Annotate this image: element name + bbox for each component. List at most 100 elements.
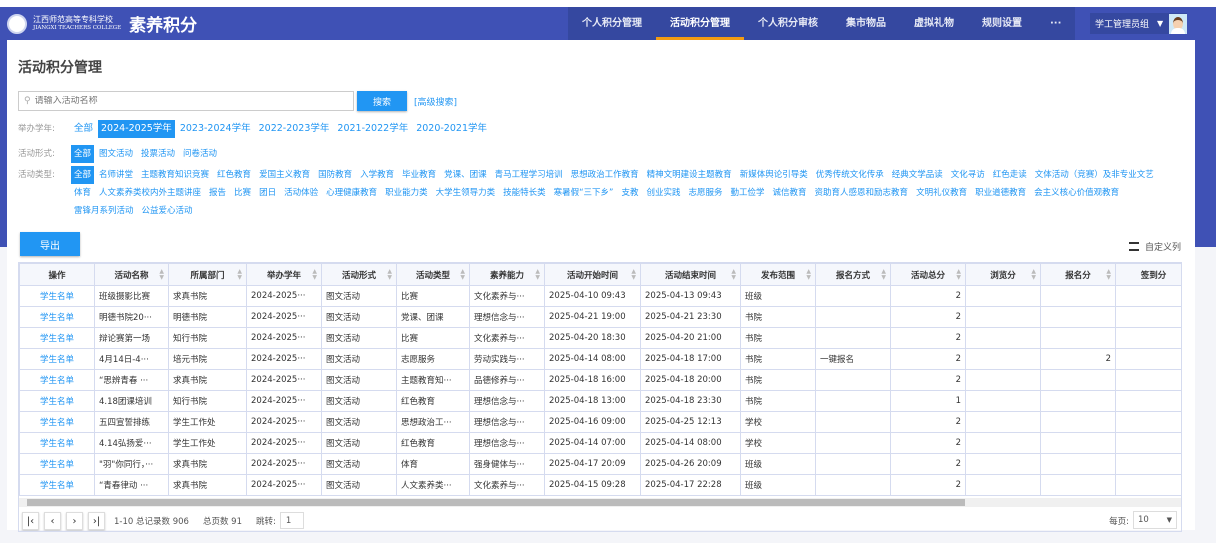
nav-item[interactable]: ···: [1036, 7, 1075, 40]
column-header[interactable]: 举办学年 ▲ ▼: [246, 263, 322, 286]
filter-option[interactable]: 文体活动（竞赛）及非专业文艺: [1032, 166, 1157, 184]
search-box[interactable]: ⚲: [18, 91, 354, 111]
filter-option[interactable]: 团日: [256, 184, 279, 202]
horizontal-scrollbar[interactable]: [19, 498, 1181, 507]
filter-option[interactable]: 勤工俭学: [728, 184, 768, 202]
filter-option[interactable]: 公益爱心活动: [139, 202, 196, 220]
next-page-button[interactable]: ›: [66, 511, 83, 530]
custom-columns-button[interactable]: 自定义列: [1129, 240, 1181, 253]
filter-option[interactable]: 雷锋月系列活动: [71, 202, 137, 220]
filter-option[interactable]: 职业能力类: [382, 184, 431, 202]
column-header[interactable]: 活动结束时间 ▲ ▼: [640, 263, 741, 286]
filter-option[interactable]: 思想政治工作教育: [568, 166, 642, 184]
filter-option[interactable]: 2023-2024学年: [177, 120, 254, 138]
filter-option[interactable]: 2022-2023学年: [256, 120, 333, 138]
filter-option[interactable]: 文明礼仪教育: [913, 184, 970, 202]
filter-option[interactable]: 职业道德教育: [972, 184, 1029, 202]
filter-option[interactable]: 2020-2021学年: [413, 120, 490, 138]
filter-option[interactable]: 青马工程学习培训: [492, 166, 566, 184]
column-header[interactable]: 报名分 ▲ ▼: [1040, 263, 1116, 286]
sort-icon[interactable]: ▲ ▼: [956, 269, 961, 281]
advanced-search-link[interactable]: [高级搜索]: [414, 95, 457, 108]
filter-option[interactable]: 支教: [618, 184, 641, 202]
sort-icon[interactable]: ▲ ▼: [806, 269, 811, 281]
filter-option[interactable]: 会主义核心价值观教育: [1031, 184, 1122, 202]
filter-option[interactable]: 名师讲堂: [96, 166, 136, 184]
filter-option[interactable]: 活动体验: [281, 184, 321, 202]
scrollbar-thumb[interactable]: [27, 499, 965, 506]
filter-option[interactable]: 问卷活动: [180, 145, 220, 163]
sort-icon[interactable]: ▲ ▼: [1031, 269, 1036, 281]
sort-icon[interactable]: ▲ ▼: [881, 269, 886, 281]
filter-option[interactable]: 全部: [71, 166, 95, 184]
filter-option[interactable]: 心理健康教育: [323, 184, 380, 202]
filter-option[interactable]: 体育: [71, 184, 94, 202]
column-header[interactable]: 签到分▲▼: [1115, 263, 1181, 286]
filter-option[interactable]: 2024-2025学年: [98, 120, 175, 138]
nav-item[interactable]: 个人积分审核: [744, 7, 832, 40]
filter-option[interactable]: 图文活动: [96, 145, 136, 163]
filter-option[interactable]: 优秀传统文化传承: [813, 166, 887, 184]
student-list-link[interactable]: 学生名单: [19, 327, 95, 349]
student-list-link[interactable]: 学生名单: [19, 348, 95, 370]
sort-icon[interactable]: ▲ ▼: [631, 269, 636, 281]
column-header[interactable]: 活动总分 ▲ ▼: [890, 263, 966, 286]
last-page-button[interactable]: ›|: [88, 511, 105, 530]
filter-option[interactable]: 党课、团课: [441, 166, 490, 184]
filter-option[interactable]: 红色教育: [214, 166, 254, 184]
filter-option[interactable]: 资助育人感恩和励志教育: [812, 184, 912, 202]
nav-item[interactable]: 活动积分管理: [656, 7, 744, 40]
filter-option[interactable]: 全部: [71, 120, 96, 138]
filter-option[interactable]: 志愿服务: [686, 184, 726, 202]
filter-option[interactable]: 投票活动: [138, 145, 178, 163]
column-header[interactable]: 发布范围 ▲ ▼: [740, 263, 816, 286]
sort-icon[interactable]: ▲ ▼: [237, 269, 242, 281]
filter-option[interactable]: 经典文学品读: [889, 166, 946, 184]
column-header[interactable]: 报名方式 ▲ ▼: [815, 263, 891, 286]
student-list-link[interactable]: 学生名单: [19, 369, 95, 391]
filter-option[interactable]: 国防教育: [315, 166, 355, 184]
filter-option[interactable]: 大学生领导力类: [433, 184, 499, 202]
filter-option[interactable]: 文化寻访: [948, 166, 988, 184]
filter-option[interactable]: 精神文明建设主题教育: [644, 166, 735, 184]
column-header[interactable]: 所属部门 ▲ ▼: [168, 263, 247, 286]
nav-item[interactable]: 规则设置: [968, 7, 1036, 40]
sort-icon[interactable]: ▲ ▼: [731, 269, 736, 281]
student-list-link[interactable]: 学生名单: [19, 432, 95, 454]
sort-icon[interactable]: ▲ ▼: [312, 269, 317, 281]
filter-option[interactable]: 入学教育: [357, 166, 397, 184]
student-list-link[interactable]: 学生名单: [19, 453, 95, 475]
filter-option[interactable]: 全部: [71, 145, 95, 163]
filter-option[interactable]: 毕业教育: [399, 166, 439, 184]
filter-option[interactable]: 诚信教育: [770, 184, 810, 202]
student-list-link[interactable]: 学生名单: [19, 306, 95, 328]
filter-option[interactable]: 技能特长类: [500, 184, 549, 202]
student-list-link[interactable]: 学生名单: [19, 411, 95, 433]
avatar[interactable]: [1169, 13, 1188, 34]
nav-item[interactable]: 集市物品: [832, 7, 900, 40]
prev-page-button[interactable]: ‹: [44, 511, 61, 530]
filter-option[interactable]: 创业实践: [643, 184, 683, 202]
search-button[interactable]: 搜索: [357, 91, 407, 111]
column-header[interactable]: 活动类型 ▲ ▼: [396, 263, 470, 286]
search-input[interactable]: [34, 96, 335, 106]
filter-option[interactable]: 新媒体舆论引导类: [737, 166, 811, 184]
sort-icon[interactable]: ▲ ▼: [535, 269, 540, 281]
filter-option[interactable]: 主题教育知识竞赛: [138, 166, 212, 184]
user-menu[interactable]: 学工管理员组 ▼: [1090, 13, 1188, 34]
per-page-select[interactable]: 10 ▼: [1133, 511, 1177, 529]
filter-option[interactable]: 人文素养类校内外主题讲座: [96, 184, 204, 202]
student-list-link[interactable]: 学生名单: [19, 285, 95, 307]
nav-item[interactable]: 个人积分管理: [568, 7, 656, 40]
column-header[interactable]: 浏览分 ▲ ▼: [965, 263, 1041, 286]
student-list-link[interactable]: 学生名单: [19, 390, 95, 412]
filter-option[interactable]: 报告: [206, 184, 229, 202]
filter-option[interactable]: 红色走读: [990, 166, 1030, 184]
filter-option[interactable]: 2021-2022学年: [334, 120, 411, 138]
column-header[interactable]: 活动名称 ▲ ▼: [94, 263, 169, 286]
sort-icon[interactable]: ▲ ▼: [159, 269, 164, 281]
export-button[interactable]: 导出: [20, 232, 80, 256]
nav-item[interactable]: 虚拟礼物: [900, 7, 968, 40]
column-header[interactable]: 活动形式 ▲ ▼: [321, 263, 397, 286]
jump-input[interactable]: 1: [279, 512, 304, 529]
